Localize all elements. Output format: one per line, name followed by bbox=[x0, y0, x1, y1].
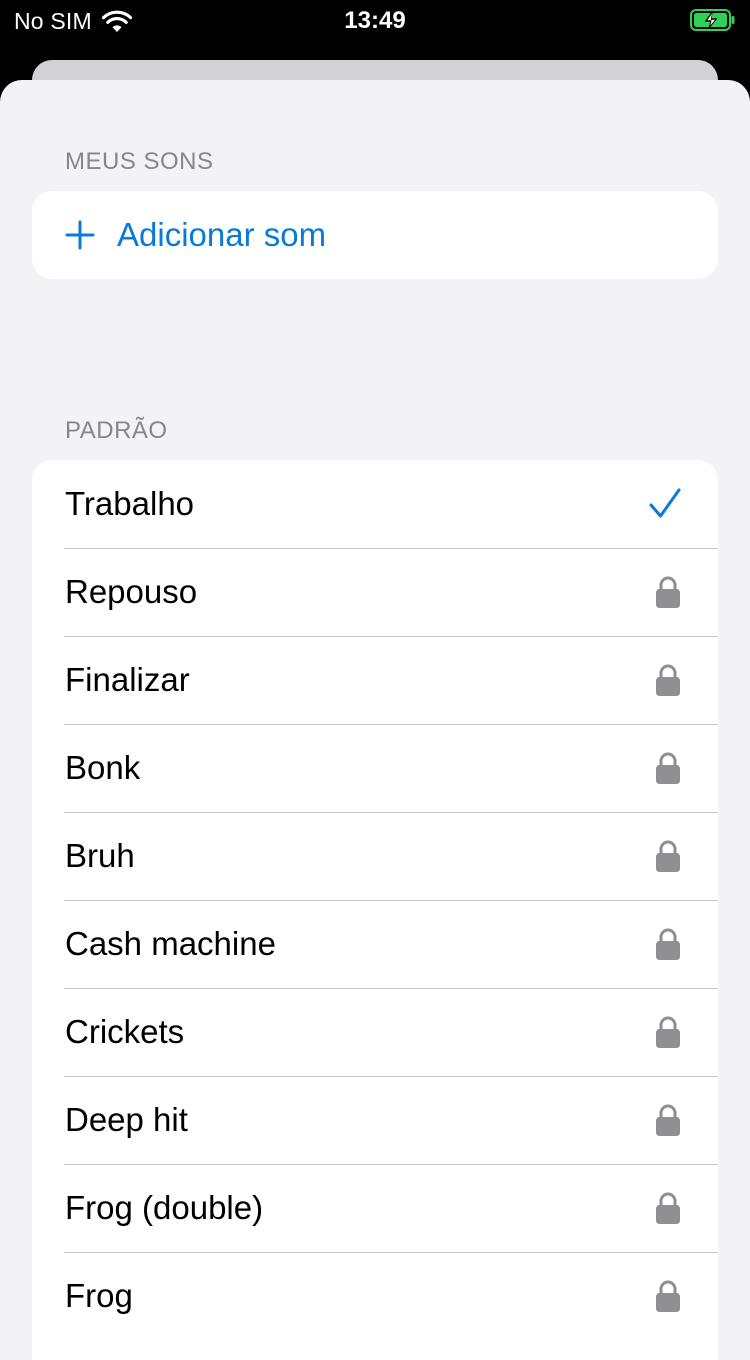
row-trailing bbox=[654, 988, 682, 1076]
default-sounds-header: PADRÃO bbox=[65, 417, 168, 444]
row-trailing bbox=[654, 1076, 682, 1164]
lock-icon bbox=[656, 1192, 680, 1224]
sound-label: Bonk bbox=[65, 749, 141, 786]
lock-icon bbox=[656, 840, 680, 872]
row-trailing bbox=[654, 1164, 682, 1252]
row-trailing bbox=[648, 460, 682, 548]
lock-icon bbox=[656, 664, 680, 696]
sound-row-bonk[interactable]: Bonk bbox=[32, 724, 718, 812]
sound-row-repouso[interactable]: Repouso bbox=[32, 548, 718, 636]
sound-row-crickets[interactable]: Crickets bbox=[32, 988, 718, 1076]
sound-label: Repouso bbox=[65, 573, 198, 610]
sound-row-cash-machine[interactable]: Cash machine bbox=[32, 900, 718, 988]
sound-row-trabalho[interactable]: Trabalho bbox=[32, 460, 718, 548]
row-trailing bbox=[654, 1252, 682, 1340]
sound-label: Finalizar bbox=[65, 661, 190, 698]
row-trailing bbox=[654, 900, 682, 988]
sound-label: Cash machine bbox=[65, 925, 276, 962]
my-sounds-group: Adicionar som bbox=[32, 191, 718, 279]
sound-row-frog-double[interactable]: Frog (double) bbox=[32, 1164, 718, 1252]
add-sound-button[interactable]: Adicionar som bbox=[32, 191, 718, 279]
row-trailing bbox=[654, 812, 682, 900]
lock-icon bbox=[656, 1280, 680, 1312]
sound-label: Bruh bbox=[65, 837, 135, 874]
lock-icon bbox=[656, 928, 680, 960]
sound-row-deep-hit[interactable]: Deep hit bbox=[32, 1076, 718, 1164]
lock-icon bbox=[656, 576, 680, 608]
lock-icon bbox=[656, 752, 680, 784]
checkmark-icon bbox=[649, 488, 681, 518]
add-sound-label: Adicionar som bbox=[117, 216, 327, 253]
sound-row-bruh[interactable]: Bruh bbox=[32, 812, 718, 900]
sound-label: Crickets bbox=[65, 1013, 185, 1050]
sound-picker-sheet: MEUS SONS Adicionar som PADRÃO Trabalho … bbox=[0, 80, 750, 1360]
sound-label: Deep hit bbox=[65, 1101, 188, 1138]
battery-charging-icon bbox=[690, 9, 735, 31]
lock-icon bbox=[656, 1104, 680, 1136]
sound-label: Trabalho bbox=[65, 485, 195, 522]
row-trailing bbox=[654, 724, 682, 812]
sound-row-finalizar[interactable]: Finalizar bbox=[32, 636, 718, 724]
default-sounds-group: Trabalho Repouso Finalizar Bonk Bruh Cas… bbox=[32, 460, 718, 1360]
sound-label: Frog (double) bbox=[65, 1189, 264, 1226]
my-sounds-header: MEUS SONS bbox=[65, 148, 214, 175]
sound-row-frog[interactable]: Frog bbox=[32, 1252, 718, 1340]
row-trailing bbox=[654, 548, 682, 636]
status-bar: No SIM 13:49 bbox=[0, 0, 750, 44]
lock-icon bbox=[656, 1016, 680, 1048]
status-time: 13:49 bbox=[344, 7, 406, 34]
sound-label: Frog bbox=[65, 1277, 133, 1314]
row-trailing bbox=[654, 636, 682, 724]
plus-icon bbox=[65, 220, 95, 250]
